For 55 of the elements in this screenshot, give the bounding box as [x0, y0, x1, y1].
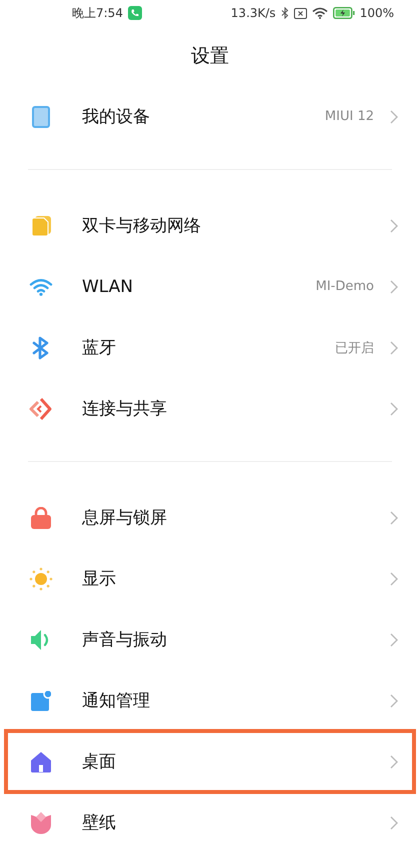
- diamond-arrows-icon: [29, 396, 53, 420]
- chevron-right-icon: [390, 632, 398, 646]
- battery-charging-icon: [332, 7, 355, 19]
- settings-item[interactable]: WLAN MI-Demo: [0, 256, 420, 317]
- wifi-icon: [312, 7, 328, 19]
- sun-icon: [29, 566, 53, 590]
- chevron-right-icon: [390, 572, 398, 586]
- item-label: 蓝牙: [82, 337, 117, 359]
- item-label: 我的设备: [82, 106, 151, 128]
- chevron-right-icon: [390, 340, 398, 354]
- item-label: 声音与振动: [82, 629, 168, 651]
- wifi-icon: [29, 278, 53, 296]
- item-label: 通知管理: [82, 690, 151, 712]
- chevron-right-icon: [390, 218, 398, 232]
- tablet-icon: [32, 106, 50, 128]
- status-time: 晚上7:54: [72, 4, 123, 22]
- chevron-right-icon: [390, 510, 398, 524]
- no-sim-icon: [294, 8, 307, 18]
- chevron-right-icon: [390, 280, 398, 294]
- lock-icon: [31, 506, 51, 528]
- item-value: 已开启: [335, 340, 374, 356]
- bluetooth-icon: [280, 7, 289, 19]
- item-label: 壁纸: [82, 812, 117, 834]
- page-title: 设置: [190, 44, 230, 69]
- settings-item[interactable]: 显示: [0, 548, 420, 609]
- chevron-right-icon: [390, 816, 398, 830]
- bluetooth-icon: [32, 336, 50, 360]
- notification-icon: [31, 690, 51, 710]
- phone-icon: [128, 6, 142, 20]
- chevron-right-icon: [390, 694, 398, 708]
- chevron-right-icon: [390, 110, 398, 124]
- item-label: 显示: [82, 568, 117, 590]
- settings-item[interactable]: 桌面: [0, 731, 420, 792]
- settings-item[interactable]: 连接与共享: [0, 378, 420, 439]
- house-icon: [30, 750, 52, 772]
- settings-item[interactable]: 蓝牙 已开启: [0, 317, 420, 378]
- sim-card-icon: [31, 216, 51, 236]
- chevron-right-icon: [390, 754, 398, 768]
- item-label: 连接与共享: [82, 398, 168, 420]
- settings-item[interactable]: 壁纸: [0, 792, 420, 849]
- network-speed: 13.3K/s: [230, 6, 276, 20]
- item-value: MIUI 12: [324, 109, 374, 124]
- tulip-icon: [30, 812, 52, 834]
- chevron-right-icon: [390, 402, 398, 416]
- settings-item[interactable]: 通知管理: [0, 670, 420, 731]
- settings-item[interactable]: 我的设备 MIUI 12: [0, 86, 420, 147]
- settings-item[interactable]: 声音与振动: [0, 609, 420, 670]
- settings-item[interactable]: 双卡与移动网络: [0, 195, 420, 256]
- item-label: 桌面: [82, 751, 117, 773]
- item-label: 息屏与锁屏: [82, 507, 168, 529]
- settings-item[interactable]: 息屏与锁屏: [0, 487, 420, 548]
- item-label: 双卡与移动网络: [82, 215, 202, 237]
- item-value: MI-Demo: [316, 279, 374, 294]
- battery-level: 100%: [360, 6, 394, 20]
- item-label: WLAN: [82, 276, 134, 296]
